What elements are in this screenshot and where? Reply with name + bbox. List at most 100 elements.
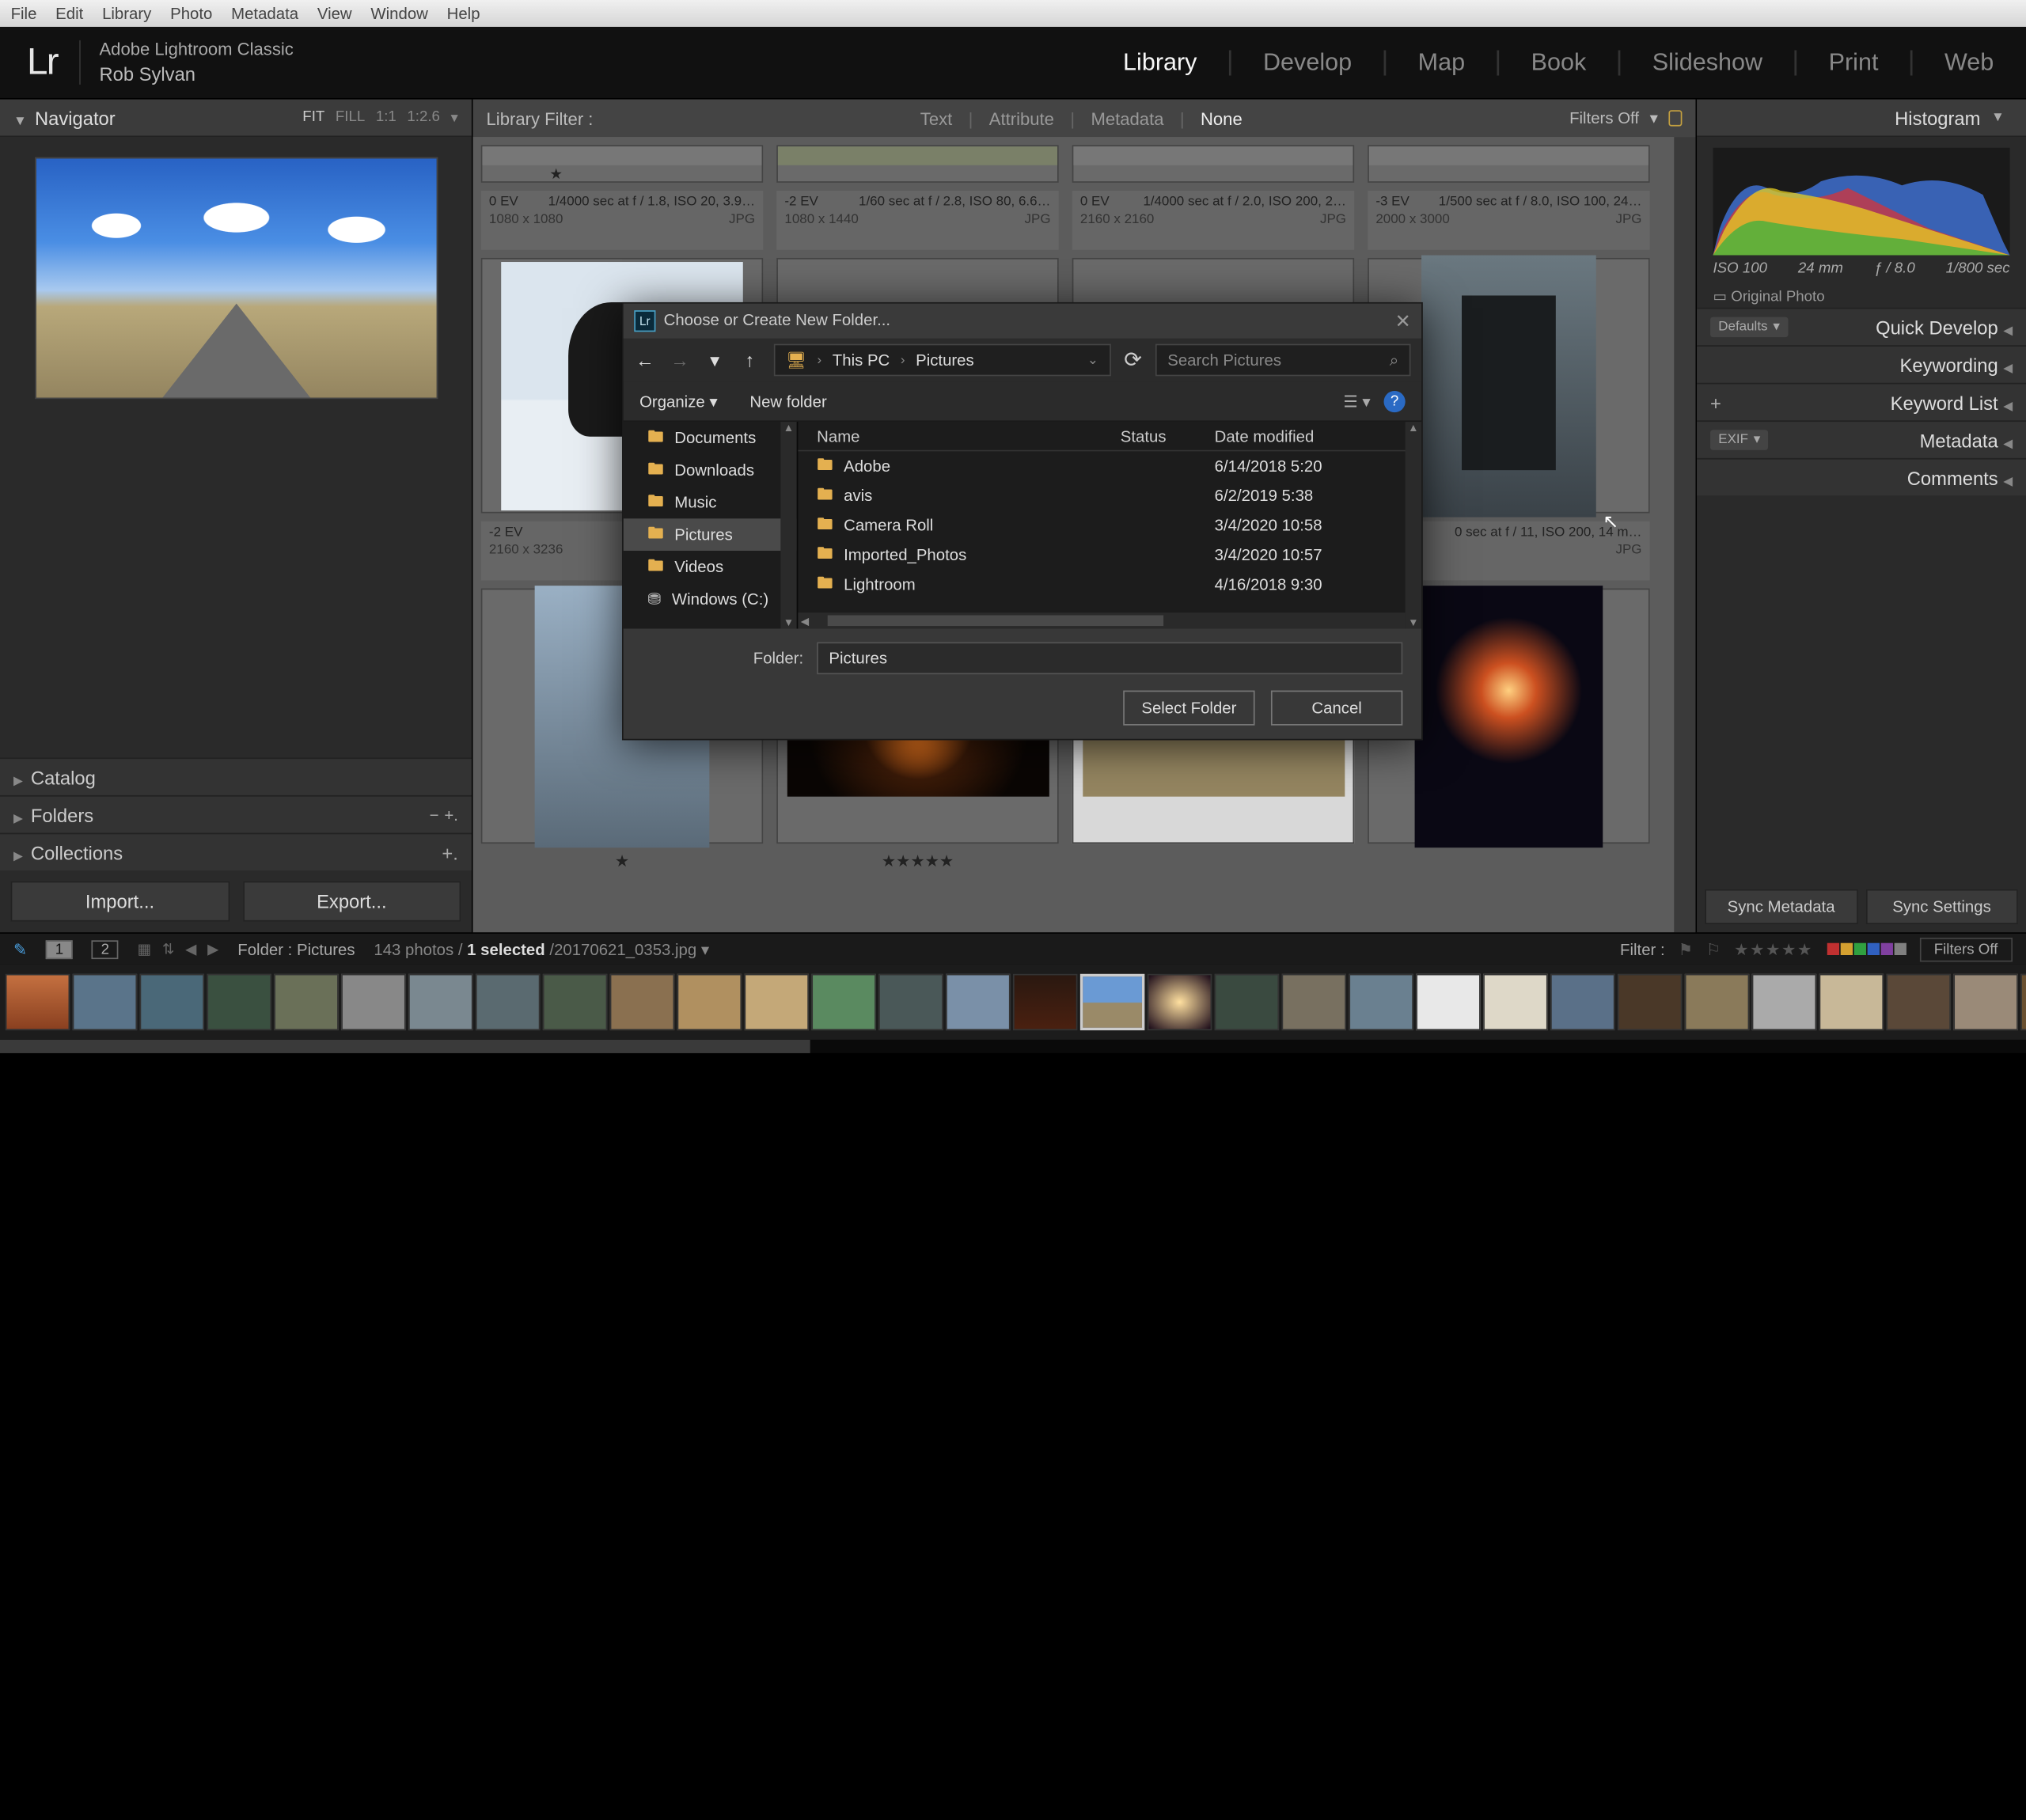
tree-item[interactable]: 🖿Downloads (624, 454, 797, 487)
filmstrip-thumb[interactable] (2020, 974, 2026, 1030)
folder-name-input[interactable] (817, 642, 1402, 674)
comments-panel[interactable]: Comments ◀ (1697, 458, 2026, 496)
filmstrip-thumb[interactable] (1752, 974, 1816, 1030)
chevron-down-icon[interactable]: ▾ (1650, 109, 1658, 128)
metadata-panel[interactable]: EXIF ▾Metadata ◀ (1697, 420, 2026, 458)
select-folder-button[interactable]: Select Folder (1123, 691, 1254, 726)
nav-1to1[interactable]: 1:1 (376, 109, 396, 127)
list-header[interactable]: Name Status Date modified (798, 422, 1421, 451)
filmstrip-thumb[interactable] (73, 974, 137, 1030)
filter-preset[interactable]: Filters Off (1919, 937, 2013, 961)
tree-item[interactable]: ⛃Windows (C:) (624, 583, 797, 616)
organize-menu[interactable]: Organize ▾ (639, 392, 718, 411)
filmstrip-thumb[interactable] (1550, 974, 1614, 1030)
menu-edit[interactable]: Edit (55, 4, 83, 23)
filmstrip-thumb[interactable] (1282, 974, 1346, 1030)
filmstrip-thumb[interactable] (476, 974, 540, 1030)
keywording-panel[interactable]: Keywording ◀ (1697, 345, 2026, 383)
module-print[interactable]: Print (1823, 48, 1884, 77)
list-scrollbar[interactable] (1406, 422, 1421, 628)
view-2up[interactable]: 2 (92, 939, 119, 958)
sync-settings-button[interactable]: Sync Settings (1865, 889, 2018, 924)
histogram-header[interactable]: Histogram▼ (1697, 100, 2026, 138)
menu-help[interactable]: Help (447, 4, 480, 23)
filmstrip-thumb[interactable] (946, 974, 1010, 1030)
flag-pick-icon[interactable]: ⚑ (1679, 939, 1693, 958)
flag-reject-icon[interactable]: ⚐ (1706, 939, 1721, 958)
view-1up[interactable]: 1 (46, 939, 73, 958)
prev-icon[interactable]: ◀ (185, 940, 196, 957)
filmstrip-thumb[interactable] (6, 974, 70, 1030)
chevron-down-icon[interactable]: ▾ (450, 109, 457, 127)
sync-metadata-button[interactable]: Sync Metadata (1705, 889, 1857, 924)
filmstrip-thumb[interactable] (811, 974, 875, 1030)
grid-icon[interactable]: ▦ (138, 940, 152, 957)
minus-icon[interactable]: − (430, 806, 439, 825)
filmstrip-thumb[interactable] (1349, 974, 1413, 1030)
module-map[interactable]: Map (1413, 48, 1470, 77)
plus-icon[interactable]: + (1710, 392, 1721, 413)
filmstrip-scrollbar[interactable] (0, 1040, 2026, 1053)
back-icon[interactable]: ← (634, 349, 655, 370)
list-item[interactable]: 🖿Imported_Photos3/4/2020 10:57 (798, 540, 1421, 569)
filter-none[interactable]: None (1201, 108, 1243, 128)
filmstrip-thumb[interactable] (1685, 974, 1749, 1030)
module-book[interactable]: Book (1526, 48, 1592, 77)
menu-view[interactable]: View (317, 4, 352, 23)
rating-stars[interactable]: ★★★★★ (776, 851, 1058, 870)
list-item[interactable]: 🖿Adobe6/14/2018 5:20 (798, 451, 1421, 480)
up-icon[interactable]: ↑ (739, 349, 761, 370)
chevron-down-icon[interactable]: ⌄ (1087, 353, 1098, 368)
collections-panel[interactable]: ▶Collections +. (0, 833, 472, 871)
sort-icon[interactable]: ⇅ (162, 940, 175, 957)
filmstrip-thumb[interactable] (1886, 974, 1950, 1030)
filmstrip-thumb[interactable] (341, 974, 405, 1030)
lock-icon[interactable] (1668, 110, 1682, 126)
tree-item[interactable]: 🖿Music (624, 487, 797, 519)
close-icon[interactable]: ✕ (1395, 309, 1411, 332)
view-options-icon[interactable]: ☰ ▾ (1343, 392, 1370, 411)
filmstrip-thumb[interactable] (140, 974, 204, 1030)
filmstrip-thumb[interactable] (744, 974, 808, 1030)
filmstrip-thumb[interactable] (1013, 974, 1077, 1030)
filmstrip-thumb[interactable] (1618, 974, 1682, 1030)
filmstrip[interactable] (0, 965, 2026, 1040)
forward-icon[interactable]: → (669, 349, 690, 370)
painter-icon[interactable]: ✎ (13, 939, 27, 958)
plus-icon[interactable]: +. (444, 806, 458, 825)
filter-metadata[interactable]: Metadata (1091, 108, 1163, 128)
tree-item[interactable]: 🖿Videos (624, 551, 797, 583)
list-hscrollbar[interactable]: ◀ (798, 612, 1405, 628)
recent-icon[interactable]: ▾ (704, 349, 726, 372)
filmstrip-thumb[interactable] (1148, 974, 1212, 1030)
next-icon[interactable]: ▶ (207, 940, 218, 957)
nav-fill[interactable]: FILL (336, 109, 365, 127)
filmstrip-thumb[interactable] (1953, 974, 2017, 1030)
menu-library[interactable]: Library (102, 4, 151, 23)
navigator-header[interactable]: ▼Navigator FIT FILL 1:1 1:2.6 ▾ (0, 100, 472, 138)
filmstrip-thumb[interactable] (1483, 974, 1547, 1030)
list-item[interactable]: 🖿Camera Roll3/4/2020 10:58 (798, 510, 1421, 540)
filmstrip-thumb[interactable] (878, 974, 943, 1030)
filmstrip-thumb[interactable] (677, 974, 742, 1030)
list-item[interactable]: 🖿avis6/2/2019 5:38 (798, 481, 1421, 510)
filmstrip-thumb[interactable] (274, 974, 338, 1030)
filmstrip-thumb[interactable] (1215, 974, 1279, 1030)
filter-attribute[interactable]: Attribute (989, 108, 1054, 128)
help-icon[interactable]: ? (1384, 390, 1406, 411)
folders-panel[interactable]: ▶Folders −+. (0, 795, 472, 833)
quick-develop-panel[interactable]: Defaults ▾ Quick Develop ◀ (1697, 308, 2026, 346)
tree-item-selected[interactable]: 🖿Pictures (624, 518, 797, 551)
breadcrumb[interactable]: 🖥 › This PC › Pictures ⌄ (774, 344, 1110, 377)
module-library[interactable]: Library (1117, 48, 1202, 77)
keyword-list-panel[interactable]: +Keyword List ◀ (1697, 383, 2026, 421)
menu-photo[interactable]: Photo (170, 4, 212, 23)
menu-metadata[interactable]: Metadata (231, 4, 298, 23)
grid-scrollbar[interactable] (1674, 137, 1695, 932)
search-input[interactable]: Search Pictures ⌕ (1155, 344, 1411, 377)
rating-filter[interactable]: ★★★★★ (1734, 939, 1813, 958)
menu-window[interactable]: Window (370, 4, 427, 23)
filmstrip-thumb[interactable] (207, 974, 271, 1030)
list-item[interactable]: 🖿Lightroom4/16/2018 9:30 (798, 570, 1421, 599)
menu-file[interactable]: File (11, 4, 37, 23)
